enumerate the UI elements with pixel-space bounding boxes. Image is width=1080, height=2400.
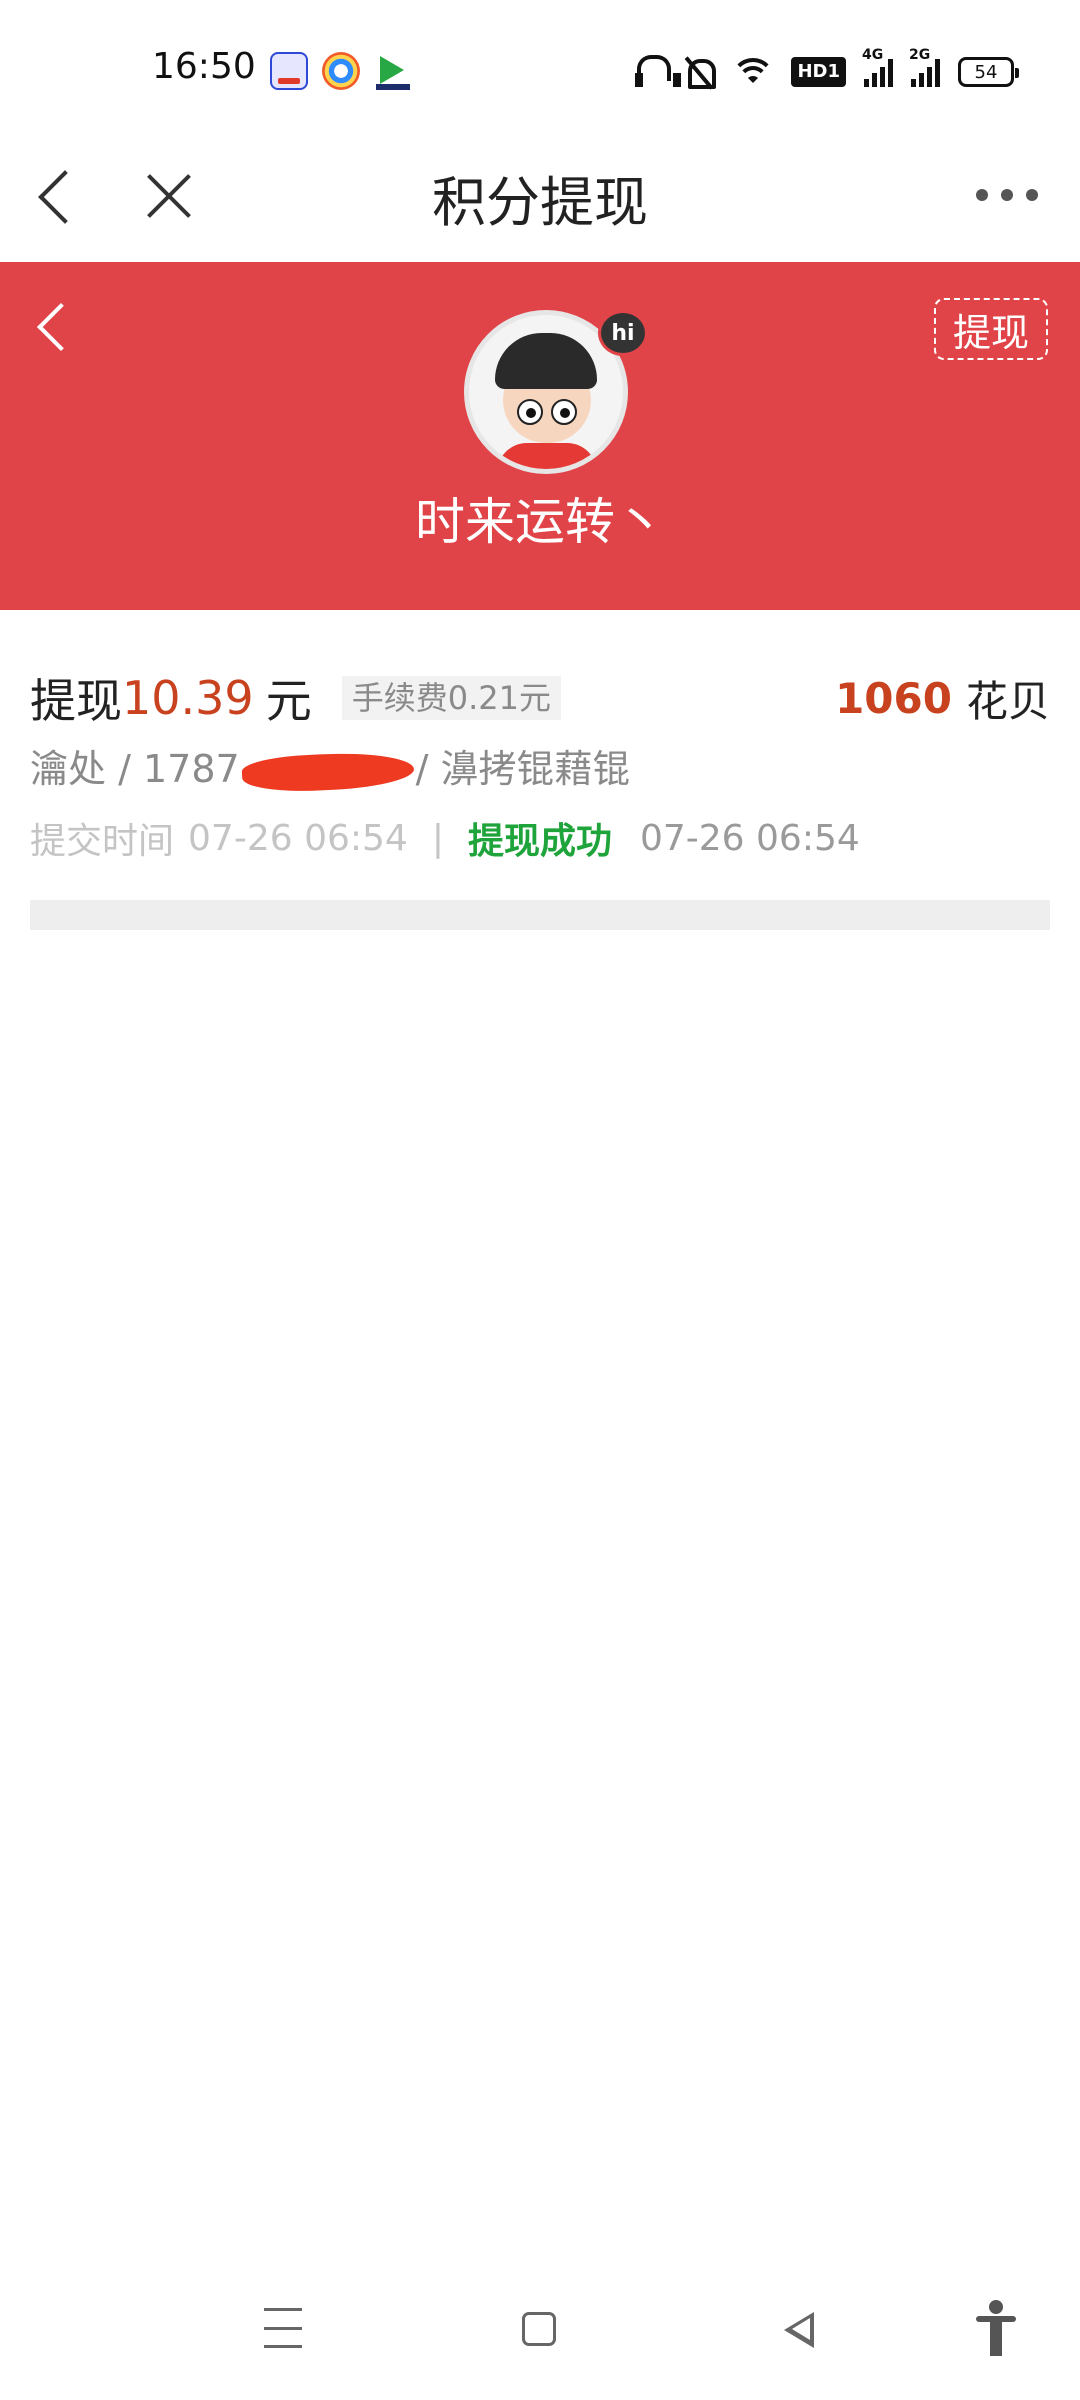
page: 16:50 HD1 4G 2G 54 积分提现 提现 hi 时来运转丶 提现 1… bbox=[0, 0, 1080, 2400]
title-bar: 积分提现 bbox=[0, 130, 1080, 262]
nav-back-icon[interactable] bbox=[780, 2308, 816, 2348]
hd-badge: HD1 bbox=[791, 57, 846, 87]
app-notification-icon bbox=[270, 52, 308, 90]
hi-badge: hi bbox=[598, 310, 648, 356]
username: 时来运转丶 bbox=[415, 493, 665, 551]
divider bbox=[30, 900, 1050, 930]
menu-icon[interactable] bbox=[264, 2308, 302, 2348]
status-icons: HD1 4G 2G 54 bbox=[635, 47, 1019, 94]
accessibility-icon[interactable] bbox=[976, 2300, 1016, 2356]
record-summary: 提现 10.39 元 手续费0.21元 bbox=[30, 668, 561, 728]
app-notification-icon bbox=[374, 52, 412, 90]
completed-time: 07-26 06:54 bbox=[639, 817, 860, 859]
header-back-icon[interactable] bbox=[22, 292, 82, 362]
battery-level: 54 bbox=[974, 61, 998, 83]
signal-2g-label: 2G bbox=[909, 47, 931, 63]
headset-icon bbox=[635, 55, 682, 89]
withdraw-record: 提现 10.39 元 手续费0.21元 1060 花贝 瀹处 / 1787 / 濞… bbox=[30, 668, 1050, 928]
mute-bell-icon bbox=[683, 55, 717, 89]
signal-2g-icon: 2G bbox=[909, 47, 940, 87]
more-icon[interactable] bbox=[976, 180, 1038, 210]
signal-4g-icon: 4G bbox=[862, 47, 893, 87]
record-points: 1060 花贝 bbox=[835, 668, 1050, 728]
account-info: 瀹处 / 1787 / 濞拷锟藉锟 bbox=[30, 738, 631, 794]
system-nav-bar bbox=[0, 2290, 1080, 2380]
home-icon[interactable] bbox=[522, 2312, 556, 2346]
account-prefix: 瀹处 / 1787 bbox=[30, 747, 240, 791]
separator: | bbox=[431, 817, 444, 859]
submit-time: 07-26 06:54 bbox=[188, 817, 408, 859]
battery-icon: 54 bbox=[958, 57, 1019, 87]
status-text: 提现成功 bbox=[467, 821, 612, 862]
wifi-icon bbox=[733, 56, 774, 88]
record-times: 提交时间 07-26 06:54 | 提现成功 07-26 06:54 bbox=[30, 812, 860, 864]
profile-header: 提现 hi 时来运转丶 bbox=[0, 262, 1080, 610]
record-prefix: 提现 bbox=[30, 674, 122, 728]
signal-4g-label: 4G bbox=[862, 47, 884, 63]
status-bar: 16:50 HD1 4G 2G 54 bbox=[0, 0, 1080, 130]
record-unit: 元 bbox=[265, 674, 312, 728]
submit-time-label: 提交时间 bbox=[30, 821, 175, 862]
points-value: 1060 bbox=[835, 673, 952, 723]
redaction-mark bbox=[240, 749, 415, 794]
status-time: 16:50 bbox=[152, 46, 256, 87]
points-unit: 花贝 bbox=[965, 676, 1050, 726]
page-title: 积分提现 bbox=[432, 171, 648, 234]
app-notification-icon bbox=[322, 52, 360, 90]
withdraw-button[interactable]: 提现 bbox=[934, 298, 1048, 360]
record-amount: 10.39 bbox=[122, 671, 254, 725]
fee-badge: 手续费0.21元 bbox=[341, 676, 561, 720]
account-suffix: / 濞拷锟藉锟 bbox=[415, 747, 631, 791]
